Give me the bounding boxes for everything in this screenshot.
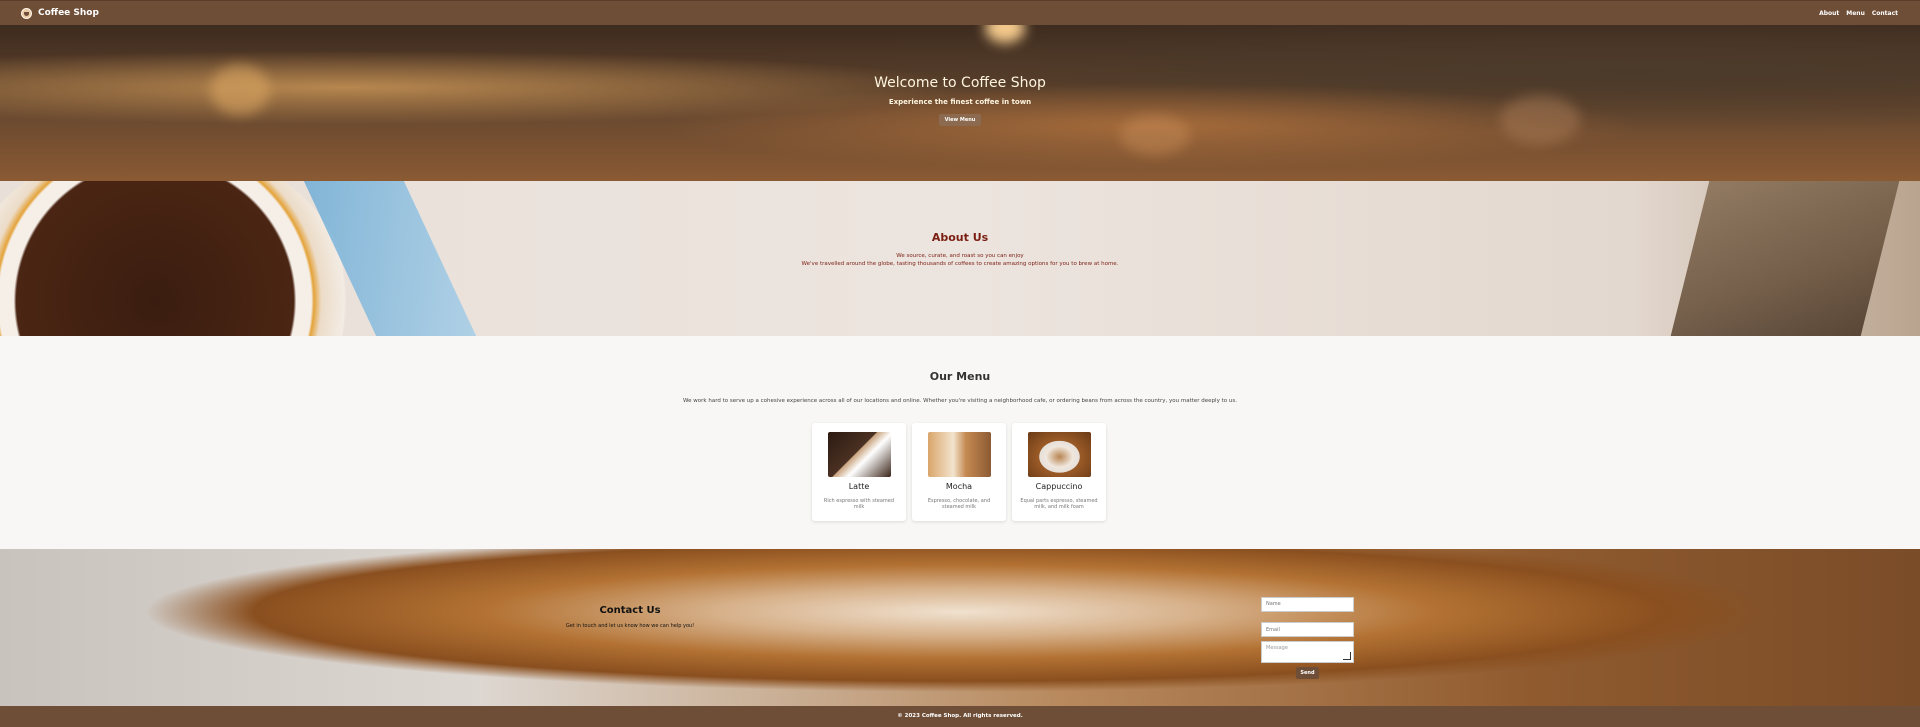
cappuccino-image <box>1027 432 1091 477</box>
about-line-2: We've travelled around the globe, tastin… <box>801 261 1119 267</box>
contact-section: Contact Us Get in touch and let us know … <box>0 549 1920 706</box>
menu-item-name: Mocha <box>945 482 973 491</box>
menu-title: Our Menu <box>929 370 991 383</box>
brand-name[interactable]: Coffee Shop <box>38 8 99 18</box>
contact-text: Get in touch and let us know how we can … <box>565 623 695 629</box>
navbar: Coffee Shop About Menu Contact <box>0 0 1920 25</box>
hero-content: Welcome to Coffee Shop Experience the fi… <box>0 75 1920 126</box>
latte-image <box>827 432 891 477</box>
menu-item-name: Latte <box>848 482 870 491</box>
menu-card-cappuccino[interactable]: Cappuccino Equal parts espresso, steamed… <box>1012 423 1106 521</box>
contact-form: Message Send <box>1261 590 1354 679</box>
send-button[interactable]: Send <box>1296 667 1319 679</box>
hero-title: Welcome to Coffee Shop <box>874 75 1046 91</box>
footer: © 2023 Coffee Shop. All rights reserved. <box>0 706 1920 727</box>
menu-intro: We work hard to serve up a cohesive expe… <box>683 398 1237 404</box>
email-input[interactable] <box>1261 622 1354 637</box>
message-textarea[interactable]: Message <box>1261 641 1354 663</box>
hero-subtitle: Experience the finest coffee in town <box>888 98 1032 106</box>
view-menu-button[interactable]: View Menu <box>938 114 982 126</box>
menu-item-desc: Equal parts espresso, steamed milk, and … <box>1020 498 1098 510</box>
contact-info: Contact Us Get in touch and let us know … <box>560 605 700 629</box>
brand[interactable]: Coffee Shop <box>21 7 99 19</box>
menu-section: Our Menu We work hard to serve up a cohe… <box>0 336 1920 549</box>
coffee-cup-icon <box>21 7 32 19</box>
nav-links: About Menu Contact <box>1819 10 1898 17</box>
about-section: About Us We source, curate, and roast so… <box>0 181 1920 336</box>
message-placeholder: Message <box>1266 645 1288 651</box>
resize-handle-icon[interactable] <box>1343 652 1351 660</box>
nav-link-about[interactable]: About <box>1819 10 1839 17</box>
menu-item-desc: Rich espresso with steamed milk <box>823 498 895 510</box>
menu-card-latte[interactable]: Latte Rich espresso with steamed milk <box>812 423 906 521</box>
nav-link-contact[interactable]: Contact <box>1872 10 1898 17</box>
about-content: About Us We source, curate, and roast so… <box>0 231 1920 268</box>
about-text: We source, curate, and roast so you can … <box>0 252 1920 268</box>
footer-text: © 2023 Coffee Shop. All rights reserved. <box>897 713 1023 719</box>
menu-cards: Latte Rich espresso with steamed milk Mo… <box>812 423 1106 521</box>
hero-section: Welcome to Coffee Shop Experience the fi… <box>0 25 1920 181</box>
hero-background-light <box>985 25 1025 43</box>
menu-card-mocha[interactable]: Mocha Espresso, chocolate, and steamed m… <box>912 423 1006 521</box>
about-line-1: We source, curate, and roast so you can … <box>896 253 1024 259</box>
menu-item-desc: Espresso, chocolate, and steamed milk <box>927 498 991 510</box>
menu-item-name: Cappuccino <box>1035 482 1083 491</box>
name-input[interactable] <box>1261 596 1354 612</box>
mocha-image <box>927 432 991 477</box>
nav-link-menu[interactable]: Menu <box>1846 10 1865 17</box>
about-title: About Us <box>931 231 989 244</box>
contact-title: Contact Us <box>599 605 661 616</box>
